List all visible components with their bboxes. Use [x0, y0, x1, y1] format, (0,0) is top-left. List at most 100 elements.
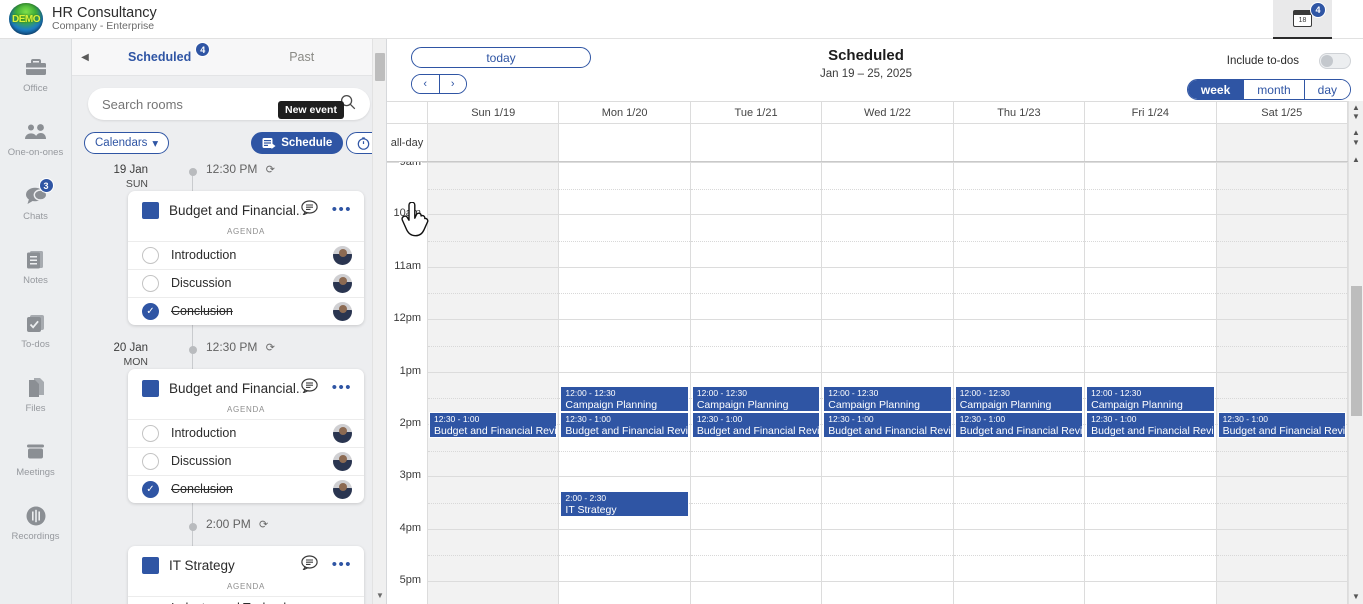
view-button-week[interactable]: week	[1187, 80, 1244, 99]
agenda-checkbox[interactable]	[142, 275, 159, 292]
scroll-down-icon[interactable]: ▼	[1349, 112, 1363, 121]
panel-scrollbar[interactable]: ▼	[372, 39, 386, 604]
sidebar-item-recordings[interactable]: Recordings	[0, 499, 72, 547]
hour-cell[interactable]	[428, 162, 560, 215]
agenda-checkbox[interactable]: ✓	[142, 481, 159, 498]
sidebar-item-notes[interactable]: Notes	[0, 243, 72, 291]
meeting-chat-icon[interactable]	[301, 200, 318, 220]
meeting-card[interactable]: IT Strategy ••• AGENDA Industry and Tech…	[128, 546, 364, 604]
today-button[interactable]: today	[411, 47, 591, 68]
agenda-item[interactable]: ✓ Conclusion	[128, 475, 364, 503]
sidebar-item-to-dos[interactable]: To-dos	[0, 307, 72, 355]
hour-cell[interactable]	[690, 214, 823, 267]
hour-cell[interactable]	[822, 528, 954, 582]
hour-cell[interactable]	[1216, 214, 1348, 267]
sidebar-item-one-on-ones[interactable]: One-on-ones	[0, 115, 72, 163]
hour-cell[interactable]	[953, 266, 1086, 320]
hour-cell[interactable]	[953, 528, 1086, 582]
agenda-item[interactable]: Introduction	[128, 419, 364, 447]
agenda-item[interactable]: Discussion	[128, 269, 364, 297]
hour-cell[interactable]	[690, 266, 823, 320]
agenda-checkbox[interactable]: ✓	[142, 303, 159, 320]
prev-week-button[interactable]: ‹	[412, 75, 439, 93]
hour-cell[interactable]	[428, 319, 560, 372]
agenda-item[interactable]: Industry and Technology Trends	[128, 596, 364, 604]
all-day-cell-sat[interactable]	[1216, 124, 1348, 161]
calendars-button[interactable]: Calendars ▾	[84, 132, 170, 154]
hour-cell[interactable]	[1216, 476, 1348, 529]
calendar-event[interactable]: 12:30 - 1:00 Budget and Financial Review	[1217, 412, 1346, 438]
hour-cell[interactable]	[690, 476, 823, 529]
agenda-item[interactable]: Introduction	[128, 241, 364, 269]
collapse-left-icon[interactable]: ◀	[72, 52, 98, 63]
hour-cell[interactable]	[1085, 266, 1217, 320]
agenda-checkbox[interactable]	[142, 425, 159, 442]
all-day-cell-thu[interactable]	[954, 124, 1086, 161]
all-day-cell-mon[interactable]	[559, 124, 691, 161]
meeting-card[interactable]: Budget and Financial... ••• AGENDA Intro…	[128, 369, 364, 503]
all-day-cell-wed[interactable]	[822, 124, 954, 161]
calendar-event[interactable]: 12:30 - 1:00 Budget and Financial Review	[560, 412, 689, 438]
hour-cell[interactable]	[559, 266, 691, 320]
hour-cell[interactable]	[428, 476, 560, 529]
tab-scheduled[interactable]: Scheduled 4	[128, 42, 211, 64]
hour-cell[interactable]	[1085, 162, 1217, 215]
view-button-month[interactable]: month	[1243, 80, 1304, 99]
hour-cell[interactable]	[822, 266, 954, 320]
calendar-tab[interactable]: 18 4	[1273, 0, 1332, 39]
allday-scroll-up-icon[interactable]: ▲	[1349, 128, 1363, 137]
hour-cell[interactable]	[1085, 214, 1217, 267]
calendar-event[interactable]: 12:30 - 1:00 Budget and Financial Review	[691, 412, 821, 438]
meeting-overflow-menu[interactable]: •••	[332, 557, 352, 572]
hour-cell[interactable]	[428, 528, 560, 582]
calendar-event[interactable]: 12:30 - 1:00 Budget and Financial Review	[823, 412, 952, 438]
calendar-event[interactable]: 12:00 - 12:30 Campaign Planning	[954, 386, 1084, 412]
hour-cell[interactable]	[953, 476, 1086, 529]
hour-cell[interactable]	[1085, 476, 1217, 529]
hour-cell[interactable]	[559, 214, 691, 267]
meeting-chat-icon[interactable]	[301, 378, 318, 398]
next-week-button[interactable]: ›	[438, 75, 466, 93]
hour-cell[interactable]	[1216, 266, 1348, 320]
hour-cell[interactable]	[1085, 581, 1217, 604]
hour-cell[interactable]	[822, 581, 954, 604]
hour-cell[interactable]	[690, 319, 823, 372]
calendar-event[interactable]: 2:00 - 2:30 IT Strategy	[560, 491, 689, 517]
hour-cell[interactable]	[953, 581, 1086, 604]
meeting-chat-icon[interactable]	[301, 555, 318, 575]
hour-cell[interactable]	[822, 214, 954, 267]
agenda-checkbox[interactable]	[142, 453, 159, 470]
include-todos-toggle[interactable]	[1319, 53, 1351, 69]
hour-cell[interactable]	[1216, 319, 1348, 372]
hour-cell[interactable]	[428, 266, 560, 320]
calendar-event[interactable]: 12:00 - 12:30 Campaign Planning	[560, 386, 689, 412]
sidebar-item-files[interactable]: Files	[0, 371, 72, 419]
hour-cell[interactable]	[953, 214, 1086, 267]
hour-cell[interactable]	[953, 162, 1086, 215]
all-day-cell-fri[interactable]	[1085, 124, 1217, 161]
hour-cell[interactable]	[428, 214, 560, 267]
scroll-up-icon[interactable]: ▲	[1349, 103, 1363, 112]
hour-cell[interactable]	[559, 528, 691, 582]
hour-cell[interactable]	[559, 319, 691, 372]
calendar-event[interactable]: 12:30 - 1:00 Budget and Financial Review	[954, 412, 1084, 438]
agenda-item[interactable]: ✓ Conclusion	[128, 297, 364, 325]
calendar-event[interactable]: 12:30 - 1:00 Budget and Financial Review	[429, 412, 558, 438]
hour-cell[interactable]	[822, 319, 954, 372]
scroll-down-icon[interactable]: ▼	[375, 591, 385, 600]
sidebar-item-meetings[interactable]: Meetings	[0, 435, 72, 483]
all-day-cell-sun[interactable]	[428, 124, 560, 161]
hour-cell[interactable]	[1085, 319, 1217, 372]
calendar-event[interactable]: 12:00 - 12:30 Campaign Planning	[691, 386, 821, 412]
hour-cell[interactable]	[1216, 528, 1348, 582]
calendar-event[interactable]: 12:00 - 12:30 Campaign Planning	[823, 386, 952, 412]
hour-cell[interactable]	[1216, 581, 1348, 604]
hour-cell[interactable]	[428, 581, 560, 604]
hour-cell[interactable]	[690, 528, 823, 582]
hour-cell[interactable]	[690, 581, 823, 604]
calendar-scrollbar[interactable]: ▲ ▼ ▲ ▼ ▲ ▼	[1348, 101, 1363, 604]
meeting-overflow-menu[interactable]: •••	[332, 202, 352, 217]
hour-cell[interactable]	[822, 476, 954, 529]
hour-cell[interactable]	[559, 581, 691, 604]
calendar-event[interactable]: 12:30 - 1:00 Budget and Financial Review	[1086, 412, 1215, 438]
